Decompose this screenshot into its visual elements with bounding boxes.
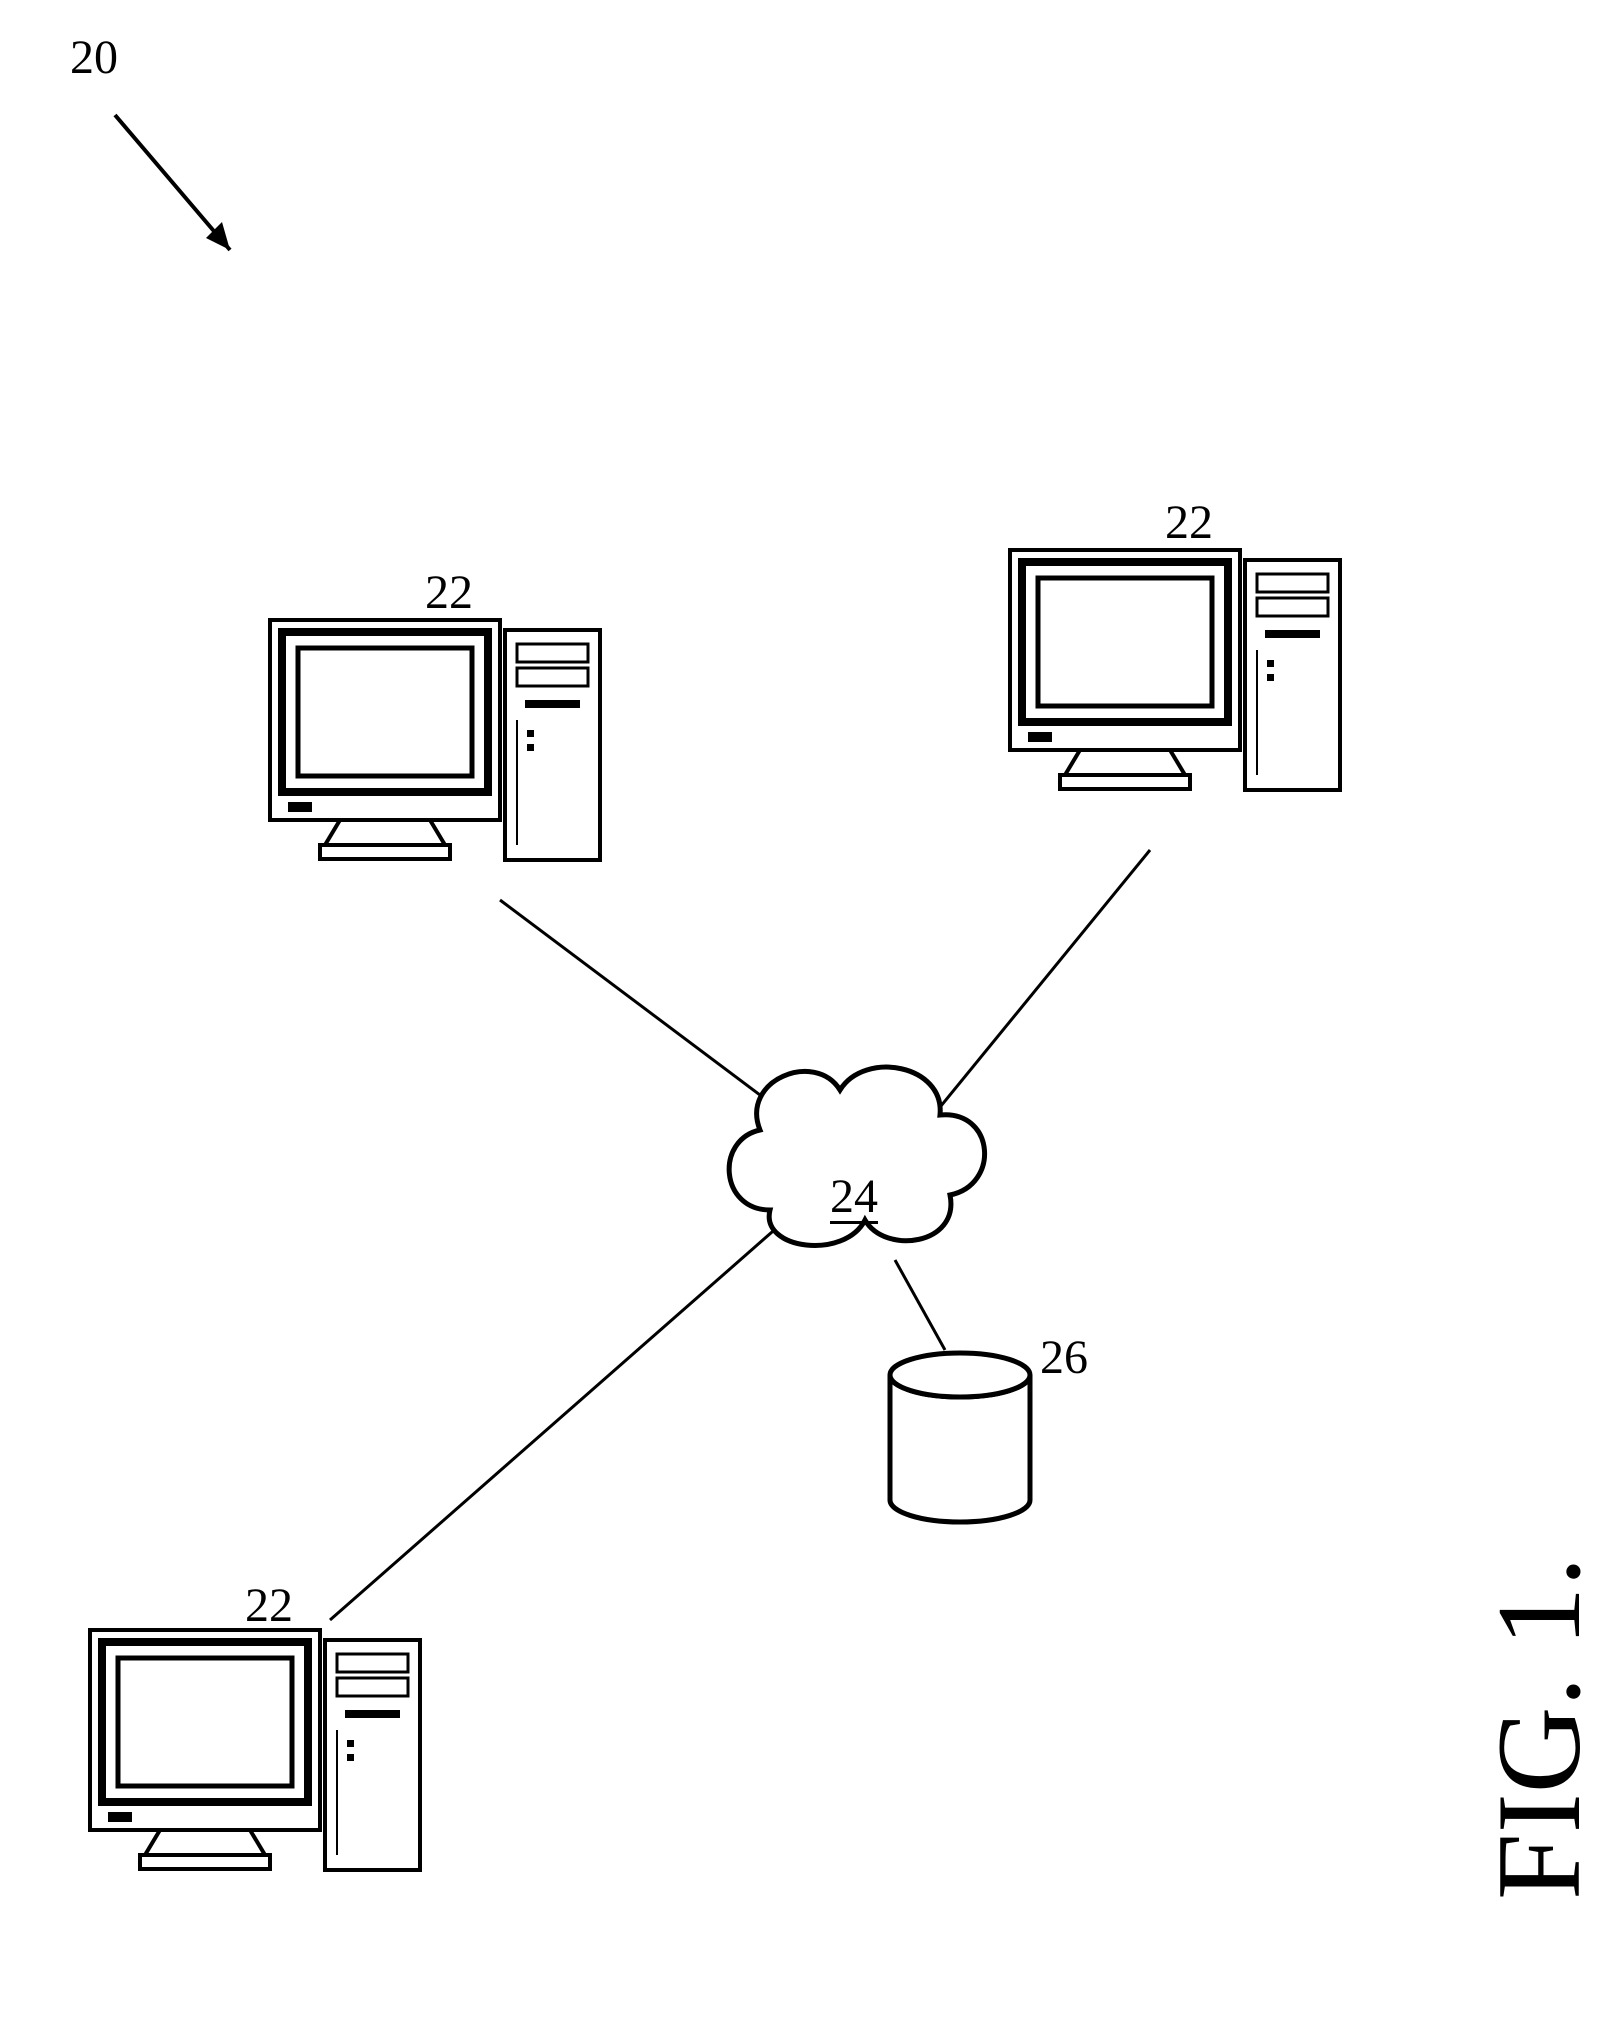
computer-icon bbox=[270, 620, 600, 860]
database-label: 26 bbox=[1040, 1330, 1088, 1385]
diagram-svg bbox=[0, 0, 1623, 2043]
computer-icon bbox=[1010, 550, 1340, 790]
cloud-label: 24 bbox=[830, 1173, 878, 1224]
computer-label: 22 bbox=[425, 565, 473, 620]
computer-icon bbox=[90, 1630, 420, 1870]
figure-caption: FIG. 1. bbox=[1470, 1557, 1608, 1900]
database-icon bbox=[890, 1353, 1030, 1522]
diagram-canvas: 20 22 22 22 24 26 FIG. 1. bbox=[0, 0, 1623, 2043]
system-arrow-icon bbox=[115, 115, 230, 250]
system-label: 20 bbox=[70, 30, 118, 85]
computer-label: 22 bbox=[245, 1578, 293, 1633]
computer-label: 22 bbox=[1165, 495, 1213, 550]
